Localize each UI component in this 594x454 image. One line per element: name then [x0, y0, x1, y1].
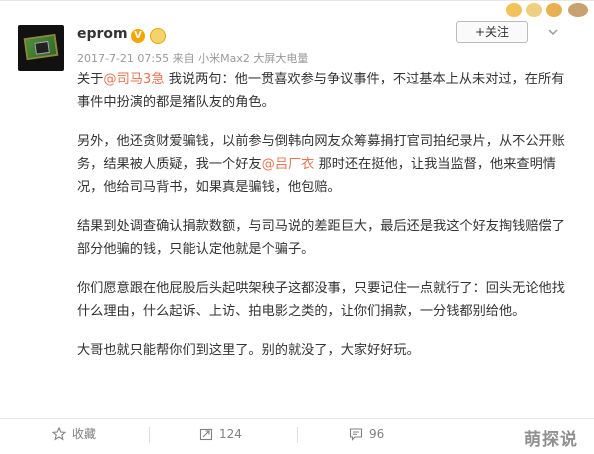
follow-button[interactable]: +关注 — [456, 21, 528, 43]
divider — [149, 427, 150, 443]
emoji-icon — [506, 3, 522, 17]
star-icon — [51, 426, 67, 441]
post-content: 关于@司马3急 我说两句：他一贯喜欢参与争议事件，不过基本上从未对过，在所有事件… — [77, 68, 571, 362]
favorite-button[interactable]: 收藏 — [51, 419, 97, 454]
comment-button[interactable]: 96 — [349, 419, 384, 454]
favorite-label: 收藏 — [72, 427, 97, 441]
action-bar: 收藏 124 96 — [0, 418, 594, 454]
comment-count: 96 — [369, 427, 385, 441]
emoji-icon — [568, 3, 588, 17]
paragraph-4: 你们愿意跟在他屁股后头起哄架秧子这都没事，只要记住一点就行了：回头无论他找什么理… — [77, 281, 565, 319]
chevron-down-icon[interactable] — [548, 27, 558, 37]
paragraph-text: 关于 — [77, 72, 104, 87]
emoji-icon — [526, 3, 542, 17]
repost-button[interactable]: 124 — [199, 419, 242, 454]
post-meta: 2017-7-21 07:55 来自 小米Max2 大屏大电量 — [77, 52, 309, 65]
paragraph-3: 结果到处调查确认捐款数额，与司马说的差距巨大，最后还是我这个好友掏钱赔偿了部分他… — [77, 219, 565, 257]
paragraph-5: 大哥也就只能帮你们到这里了。别的就没了，大家好好玩。 — [77, 343, 420, 358]
username[interactable]: eprom — [77, 26, 128, 42]
paragraph-1: 关于@司马3急 我说两句：他一贯喜欢参与争议事件，不过基本上从未对过，在所有事件… — [77, 68, 571, 114]
cpu-chip-icon — [23, 33, 59, 61]
repost-icon — [199, 428, 213, 441]
emoji-icon — [546, 3, 562, 17]
user-mention-link[interactable]: @司马3急 — [103, 72, 164, 87]
paragraph-2: 另外，他还贪财爱骗钱，以前参与倒韩向网友众筹募捐打官司拍纪录片，从不公开账务，结… — [77, 130, 571, 199]
avatar[interactable] — [18, 25, 64, 71]
weibo-post-card: eprom V 2017-7-21 07:55 来自 小米Max2 大屏大电量 … — [0, 0, 594, 454]
verified-badge-icon: V — [131, 29, 145, 43]
level-badge-icon — [150, 28, 166, 44]
user-mention-link[interactable]: @吕厂衣 — [262, 157, 315, 172]
watermark: 萌探说 — [524, 430, 578, 450]
comment-icon — [349, 428, 363, 441]
divider — [297, 427, 298, 443]
emoji-decoration — [480, 1, 594, 23]
repost-count: 124 — [219, 427, 242, 441]
